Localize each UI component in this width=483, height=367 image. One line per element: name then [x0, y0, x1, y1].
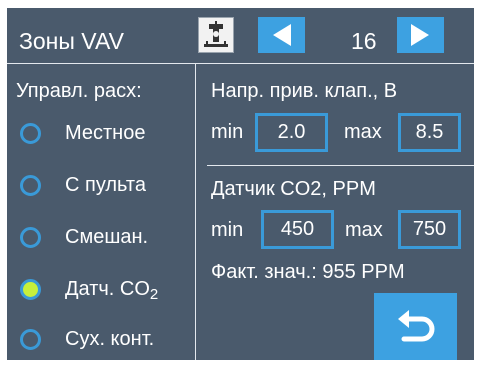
co2-min-field[interactable]: 450: [261, 210, 334, 249]
arrow-left-icon: [273, 24, 291, 46]
damper-max-field[interactable]: 8.5: [398, 113, 461, 152]
option-label: Датч. CO2: [65, 278, 159, 303]
option-local[interactable]: Местное: [7, 118, 193, 156]
co2-max-field[interactable]: 750: [398, 210, 461, 249]
option-remote[interactable]: С пульта: [7, 170, 193, 208]
damper-settings-button[interactable]: [198, 17, 234, 53]
option-mixed[interactable]: Смешан.: [7, 222, 193, 260]
option-label: Местное: [65, 122, 146, 144]
arrow-right-icon: [411, 24, 429, 46]
next-zone-button[interactable]: [397, 17, 444, 53]
radio-button[interactable]: [20, 123, 41, 144]
damper-voltage-title: Напр. прив. клап., В: [211, 80, 398, 102]
co2-min-label: min: [211, 219, 244, 241]
co2-sensor-title: Датчик CO2, PPM: [211, 178, 376, 200]
back-button[interactable]: [374, 293, 457, 360]
damper-min-label: min: [211, 121, 244, 143]
zone-number: 16: [351, 28, 377, 54]
option-label: С пульта: [65, 174, 146, 196]
screen: Зоны VAV 16 Управл. расх: Местное С пуль…: [7, 8, 474, 360]
flow-control-label: Управл. расх:: [16, 80, 142, 102]
option-dry-contact[interactable]: Сух. конт.: [7, 324, 193, 360]
co2-max-label: max: [345, 219, 383, 241]
page-title: Зоны VAV: [19, 28, 124, 54]
option-label: Смешан.: [65, 226, 149, 248]
damper-min-field[interactable]: 2.0: [255, 113, 328, 152]
radio-button[interactable]: [20, 175, 41, 196]
radio-button[interactable]: [20, 329, 41, 350]
option-co2-sensor[interactable]: Датч. CO2: [7, 274, 193, 312]
section-divider: [207, 165, 474, 166]
previous-zone-button[interactable]: [258, 17, 305, 53]
option-label: Сух. конт.: [65, 328, 155, 350]
radio-button-selected[interactable]: [20, 279, 41, 300]
radio-button[interactable]: [20, 227, 41, 248]
damper-actuator-icon: [204, 21, 228, 47]
return-arrow-icon: [398, 310, 435, 342]
header-divider: [7, 63, 474, 64]
damper-max-label: max: [344, 121, 382, 143]
co2-actual-value: Факт. знач.: 955 PPM: [211, 261, 405, 283]
column-divider: [195, 64, 196, 360]
